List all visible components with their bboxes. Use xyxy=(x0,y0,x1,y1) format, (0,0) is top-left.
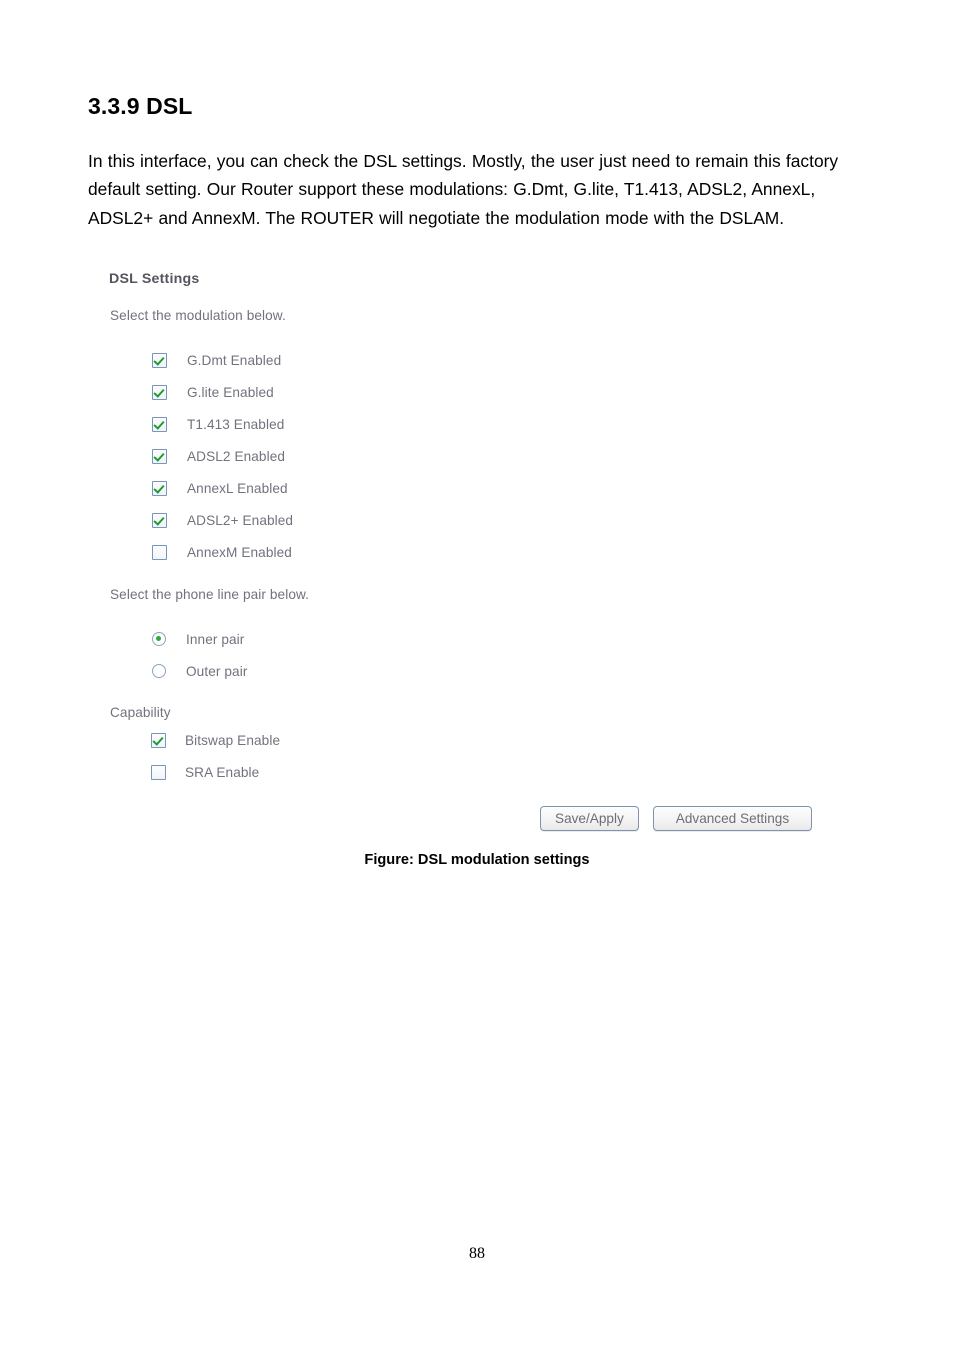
annexl-checkbox[interactable] xyxy=(152,480,167,496)
glite-checkbox[interactable] xyxy=(152,384,167,400)
page-number: 88 xyxy=(469,1245,485,1262)
adsl2plus-label: ADSL2+ Enabled xyxy=(187,512,294,528)
dsl-settings-title: DSL Settings xyxy=(109,271,200,287)
inner-pair-label: Inner pair xyxy=(186,631,245,647)
outer-pair-radio[interactable] xyxy=(152,664,166,678)
bitswap-checkbox[interactable] xyxy=(151,732,166,748)
document-page: 3.3.9 DSL In this interface, you can che… xyxy=(0,0,954,1350)
outer-pair-label: Outer pair xyxy=(186,663,248,679)
sra-checkbox[interactable] xyxy=(151,764,166,780)
t1413-label: T1.413 Enabled xyxy=(187,416,285,432)
sra-label: SRA Enable xyxy=(185,764,260,780)
checkbox-row-adsl2plus[interactable]: ADSL2+ Enabled xyxy=(152,509,293,531)
gdmt-label: G.Dmt Enabled xyxy=(187,352,282,368)
button-bar: Save/Apply Advanced Settings xyxy=(540,806,813,831)
radio-row-outer-pair[interactable]: Outer pair xyxy=(152,660,247,682)
checkbox-row-t1413[interactable]: T1.413 Enabled xyxy=(152,413,284,435)
inner-pair-radio[interactable] xyxy=(152,632,166,646)
adsl2-checkbox[interactable] xyxy=(152,448,167,464)
modulation-prompt: Select the modulation below. xyxy=(110,308,286,323)
checkbox-row-adsl2[interactable]: ADSL2 Enabled xyxy=(152,445,285,467)
t1413-checkbox[interactable] xyxy=(152,416,167,432)
router-ui-screenshot: DSL Settings Select the modulation below… xyxy=(0,263,954,843)
gdmt-checkbox[interactable] xyxy=(152,352,167,368)
capability-label: Capability xyxy=(110,705,171,720)
save-apply-button[interactable]: Save/Apply xyxy=(540,806,639,831)
bitswap-label: Bitswap Enable xyxy=(185,732,281,748)
adsl2-label: ADSL2 Enabled xyxy=(187,448,286,464)
glite-label: G.lite Enabled xyxy=(187,384,274,400)
figure-caption: Figure: DSL modulation settings xyxy=(364,852,590,868)
annexm-label: AnnexM Enabled xyxy=(187,544,292,560)
checkbox-row-sra[interactable]: SRA Enable xyxy=(151,761,259,783)
section-heading: 3.3.9 DSL xyxy=(88,93,193,119)
checkbox-row-glite[interactable]: G.lite Enabled xyxy=(152,381,274,403)
checkbox-row-gdmt[interactable]: G.Dmt Enabled xyxy=(152,349,281,371)
linepair-prompt: Select the phone line pair below. xyxy=(110,587,310,602)
annexm-checkbox[interactable] xyxy=(152,544,167,560)
body-paragraph: In this interface, you can check the DSL… xyxy=(88,151,839,228)
adsl2plus-checkbox[interactable] xyxy=(152,512,167,528)
advanced-settings-button[interactable]: Advanced Settings xyxy=(652,806,813,831)
annexl-label: AnnexL Enabled xyxy=(187,480,288,496)
checkbox-row-annexl[interactable]: AnnexL Enabled xyxy=(152,477,288,499)
checkbox-row-bitswap[interactable]: Bitswap Enable xyxy=(151,729,280,751)
radio-row-inner-pair[interactable]: Inner pair xyxy=(152,628,244,650)
checkbox-row-annexm[interactable]: AnnexM Enabled xyxy=(152,541,292,563)
